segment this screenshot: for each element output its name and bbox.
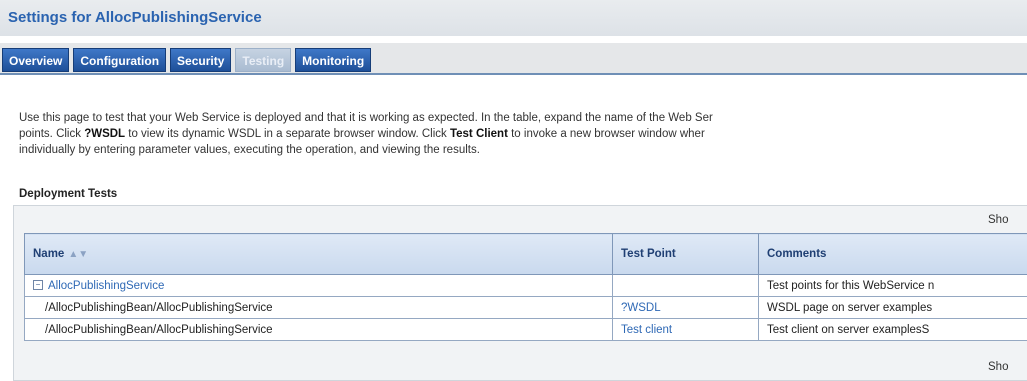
service-name-link[interactable]: AllocPublishingService	[48, 280, 164, 292]
row-name-cell: /AllocPublishingBean/AllocPublishingServ…	[24, 318, 613, 341]
table-row: /AllocPublishingBean/AllocPublishingServ…	[24, 318, 1027, 341]
table-row: /AllocPublishingBean/AllocPublishingServ…	[24, 296, 1027, 319]
column-header-comments: Comments	[758, 233, 1027, 275]
column-name-label: Name	[33, 248, 65, 260]
tab-configuration[interactable]: Configuration	[73, 48, 167, 72]
row-test-point-cell: ?WSDL	[612, 296, 759, 319]
tab-security[interactable]: Security	[170, 48, 232, 72]
row-test-point-cell: Test client	[612, 318, 759, 341]
tab-testing[interactable]: Testing	[235, 48, 292, 72]
row-comments-cell: WSDL page on server examples	[758, 296, 1027, 319]
description-line-3: individually by entering parameter value…	[19, 144, 480, 156]
description-text: points. Click	[19, 128, 85, 140]
row-test-point-cell	[612, 274, 759, 297]
test-client-link[interactable]: Test client	[621, 324, 672, 336]
page-description: Use this page to test that your Web Serv…	[19, 110, 1027, 158]
wsdl-keyword: ?WSDL	[84, 128, 126, 140]
row-comments-cell: Test client on server examplesS	[758, 318, 1027, 341]
column-header-test-point: Test Point	[612, 233, 759, 275]
page-title: Settings for AllocPublishingService	[8, 9, 262, 26]
column-header-name[interactable]: Name ▲▼	[24, 233, 613, 275]
sort-arrows-icon[interactable]: ▲▼	[68, 249, 88, 260]
row-name-cell: − AllocPublishingService	[24, 274, 613, 297]
row-comments-cell: Test points for this WebService n	[758, 274, 1027, 297]
tree-collapse-icon[interactable]: −	[33, 280, 43, 291]
deployment-tests-title: Deployment Tests	[19, 188, 118, 200]
tab-overview[interactable]: Overview	[2, 48, 70, 72]
table-header-row: Name ▲▼ Test Point Comments	[24, 233, 1027, 275]
tab-bar: Overview Configuration Security Testing …	[2, 48, 372, 72]
deployment-tests-table: Name ▲▼ Test Point Comments − AllocPublish…	[24, 233, 1027, 341]
row-name-cell: /AllocPublishingBean/AllocPublishingServ…	[24, 296, 613, 319]
pagination-showing-bottom: Sho	[988, 361, 1009, 373]
description-text: to view its dynamic WSDL in a separate b…	[125, 128, 450, 140]
description-line-2: points. Click ?WSDL to view its dynamic …	[19, 126, 1027, 142]
test-client-keyword: Test Client	[449, 128, 508, 140]
pagination-showing-top: Sho	[988, 214, 1009, 226]
description-line-1: Use this page to test that your Web Serv…	[19, 112, 713, 124]
wsdl-link[interactable]: ?WSDL	[621, 302, 661, 314]
tab-monitoring[interactable]: Monitoring	[295, 48, 372, 72]
settings-page: Settings for AllocPublishingService Over…	[0, 0, 1027, 381]
table-row: − AllocPublishingService Test points for …	[24, 274, 1027, 297]
description-text: to invoke a new browser window wher	[507, 128, 705, 140]
